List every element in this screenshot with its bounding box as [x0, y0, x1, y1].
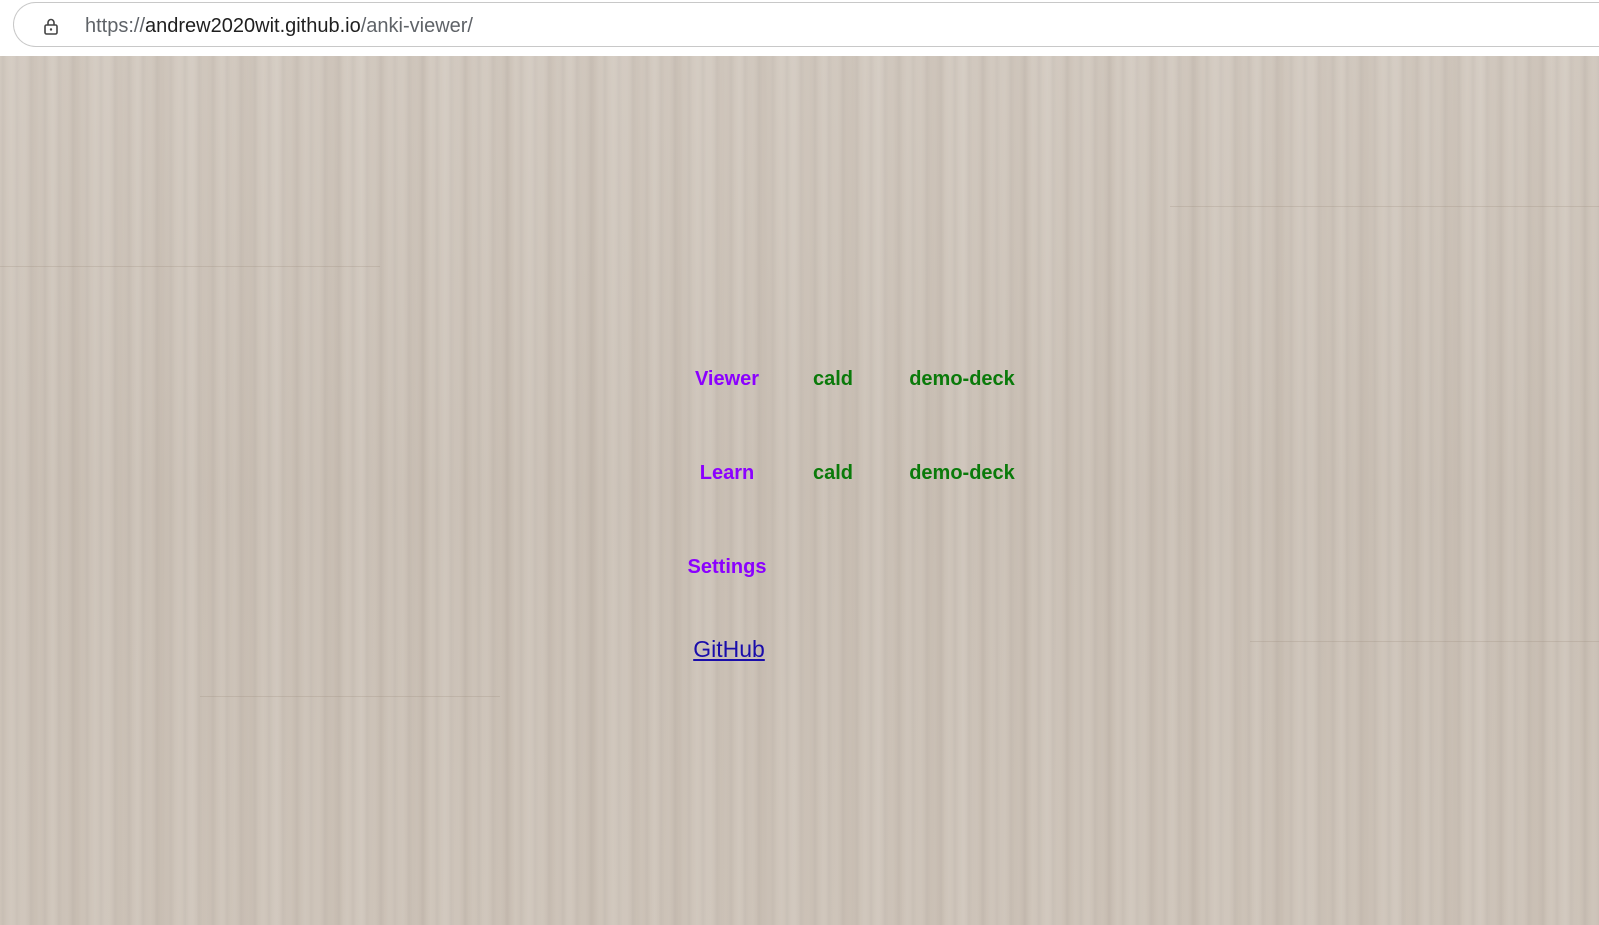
address-bar[interactable]: https://andrew2020wit.github.io/anki-vie… [13, 2, 1599, 47]
main-menu: Viewer cald demo-deck Learn cald demo-de… [0, 56, 1599, 925]
url-text[interactable]: https://andrew2020wit.github.io/anki-vie… [85, 14, 473, 38]
learn-deck-demo-deck-link[interactable]: demo-deck [909, 461, 1015, 485]
github-link[interactable]: GitHub [693, 635, 765, 663]
settings-link[interactable]: Settings [688, 555, 767, 579]
learn-deck-cald-link[interactable]: cald [813, 461, 853, 485]
viewer-deck-demo-deck-link[interactable]: demo-deck [909, 367, 1015, 391]
url-host: andrew2020wit.github.io [145, 15, 361, 37]
lock-icon[interactable] [41, 16, 61, 36]
url-path: /anki-viewer/ [360, 15, 473, 37]
learn-link[interactable]: Learn [700, 461, 754, 485]
browser-toolbar: https://andrew2020wit.github.io/anki-vie… [0, 0, 1599, 56]
viewer-deck-cald-link[interactable]: cald [813, 367, 853, 391]
page-background: Viewer cald demo-deck Learn cald demo-de… [0, 56, 1599, 925]
viewer-link[interactable]: Viewer [695, 367, 759, 391]
url-scheme: https:// [85, 15, 146, 37]
